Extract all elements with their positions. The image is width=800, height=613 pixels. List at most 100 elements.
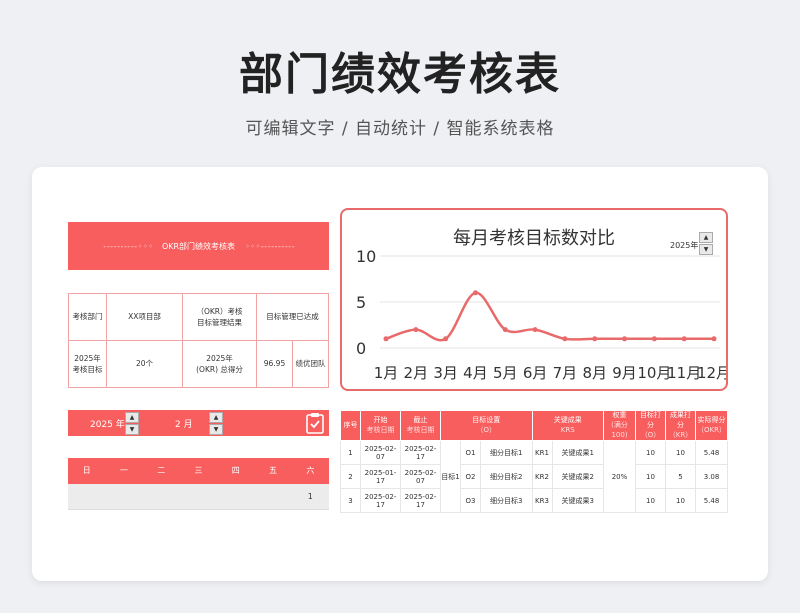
x-tick-label: 1月 (374, 364, 399, 382)
x-tick-label: 6月 (523, 364, 548, 382)
cell-sub[interactable]: 细分目标1 (480, 440, 533, 466)
cell-start[interactable]: 2025-02-17 (360, 488, 401, 514)
chart-svg: 05101月 2月 3月 4月 5月 6月 7月 8月 9月 10月11月12月 (356, 247, 726, 382)
calendar-day[interactable] (143, 484, 180, 509)
cell-end[interactable]: 2025-02-07 (400, 464, 441, 490)
col-key-results: 关键成果 KRS (531, 409, 604, 442)
data-point (472, 290, 478, 296)
monthly-chart: 每月考核目标数对比 2025年 ▲ ▼ 0 5 10 1月 2月 3月 4月 5月 6月 7月 8月… (340, 208, 728, 391)
cell-kr[interactable]: KR1 (531, 440, 553, 466)
data-point (502, 327, 508, 333)
cell-seq[interactable]: 2 (340, 464, 361, 490)
calendar-day[interactable] (254, 484, 291, 509)
cell-o-score[interactable]: 10 (635, 464, 666, 490)
cell-result[interactable]: 关键成果1 (551, 440, 604, 466)
cell-end[interactable]: 2025-02-17 (400, 488, 441, 514)
calendar-week-row: 1 (68, 484, 329, 510)
summary-cell[interactable]: 2025年 考核目标 (68, 340, 107, 388)
year-value: 2025 年 (90, 420, 125, 430)
data-point (443, 336, 449, 342)
calendar-day[interactable]: 1 (292, 484, 329, 509)
sheet-card: - - - - - - - - - - ◦ ◦ ◦ OKR部门绩效考核表 ◦ ◦… (32, 167, 768, 581)
cell-actual[interactable]: 5.48 (695, 440, 728, 466)
x-tick-label: 8月 (582, 364, 607, 382)
summary-cell[interactable]: 20个 (106, 340, 183, 388)
month-down-button[interactable]: ▼ (209, 424, 223, 435)
cell-seq[interactable]: 1 (340, 440, 361, 466)
cell-sub[interactable]: 细分目标3 (480, 488, 533, 514)
data-point (711, 336, 717, 342)
banner-deco-right: ◦ ◦ ◦ - - - - - - - - - - (245, 241, 295, 251)
cell-group[interactable]: 目标1 (440, 440, 461, 514)
cell-o[interactable]: O1 (460, 440, 481, 466)
calendar-day[interactable] (180, 484, 217, 509)
month-up-button[interactable]: ▲ (209, 412, 223, 423)
cell-kr-score[interactable]: 10 (665, 440, 696, 466)
summary-cell[interactable]: （OKR）考核 目标管理结果 (182, 293, 257, 341)
calendar-day[interactable] (217, 484, 254, 509)
cell-start[interactable]: 2025-01-17 (360, 464, 401, 490)
cell-start[interactable]: 2025-02-07 (360, 440, 401, 466)
summary-cell[interactable]: 96.95 (256, 340, 293, 388)
banner-deco-left: - - - - - - - - - - ◦ ◦ ◦ (103, 241, 153, 251)
table-row: 2 2025-01-17 2025-02-07 O2 细分目标2 KR2 关键成… (340, 464, 728, 490)
page-subtitle: 可编辑文字 / 自动统计 / 智能系统表格 (245, 119, 555, 139)
summary-cell[interactable]: 2025年 (OKR) 总得分 (182, 340, 257, 388)
data-point (651, 336, 657, 342)
x-tick-label: 12月 (697, 364, 726, 382)
cell-kr-score[interactable]: 10 (665, 488, 696, 514)
cell-end[interactable]: 2025-02-17 (400, 440, 441, 466)
cell-kr[interactable]: KR3 (531, 488, 553, 514)
calendar-day[interactable] (105, 484, 142, 509)
calendar-header: 日 一 二 三 四 五 六 (68, 458, 329, 484)
cell-result[interactable]: 关键成果2 (551, 464, 604, 490)
year-up-button[interactable]: ▲ (125, 412, 139, 423)
summary-cell[interactable]: 目标管理已达成 (256, 293, 329, 341)
okr-banner: - - - - - - - - - - ◦ ◦ ◦ OKR部门绩效考核表 ◦ ◦… (68, 222, 329, 270)
series-line (385, 291, 714, 342)
cell-o[interactable]: O2 (460, 464, 481, 490)
cell-o-score[interactable]: 10 (635, 488, 666, 514)
month-spinner: ▲ ▼ (209, 412, 223, 435)
col-end: 截止 考核日期 (400, 409, 441, 442)
y-tick-label: 0 (356, 339, 366, 358)
data-point (681, 336, 687, 342)
page-title: 部门绩效考核表 (239, 49, 561, 100)
cell-seq[interactable]: 3 (340, 488, 361, 514)
table-row: 1 2025-02-07 2025-02-17 目标1 O1 细分目标1 KR1… (340, 440, 728, 514)
weekday-label: 一 (119, 466, 128, 475)
col-objective: 目标设置 （O） (440, 409, 533, 442)
x-tick-label: 3月 (433, 364, 458, 382)
year-down-button[interactable]: ▼ (125, 424, 139, 435)
cell-result[interactable]: 关键成果3 (551, 488, 604, 514)
cell-kr-score[interactable]: 5 (665, 464, 696, 490)
month-value: 2 月 (175, 420, 193, 430)
x-tick-label: 7月 (553, 364, 578, 382)
cell-actual[interactable]: 5.48 (695, 488, 728, 514)
cell-o-score[interactable]: 10 (635, 440, 666, 466)
col-seq: 序号 (340, 409, 361, 442)
calendar-day[interactable] (68, 484, 105, 509)
col-actual-score: 实际得分 （OKR） (695, 409, 728, 442)
summary-cell[interactable]: 绩优团队 (292, 340, 329, 388)
cell-weight[interactable]: 20% (603, 440, 636, 514)
x-tick-label: 4月 (463, 364, 488, 382)
okr-header-row: 序号 开始 考核日期 截止 考核日期 目标设置 （O） 关键成果 KRS 权重 (满分10… (340, 409, 728, 442)
data-point (532, 327, 538, 333)
weekday-label: 日 (82, 466, 91, 475)
col-kr-score: 成果打分 （KR） (665, 409, 696, 442)
banner-title: OKR部门绩效考核表 (161, 241, 236, 251)
weekday-label: 三 (194, 466, 203, 475)
cell-actual[interactable]: 3.08 (695, 464, 728, 490)
weekday-label: 五 (269, 466, 278, 475)
cell-o[interactable]: O3 (460, 488, 481, 514)
weekday-label: 二 (157, 466, 166, 475)
cell-sub[interactable]: 细分目标2 (480, 464, 533, 490)
weekday-label: 四 (231, 466, 240, 475)
data-point (622, 336, 628, 342)
cell-kr[interactable]: KR2 (531, 464, 553, 490)
summary-cell[interactable]: 考核部门 (68, 293, 107, 341)
summary-cell[interactable]: XX项目部 (106, 293, 183, 341)
data-point (592, 336, 598, 342)
col-weight: 权重 (满分100) (603, 409, 636, 442)
